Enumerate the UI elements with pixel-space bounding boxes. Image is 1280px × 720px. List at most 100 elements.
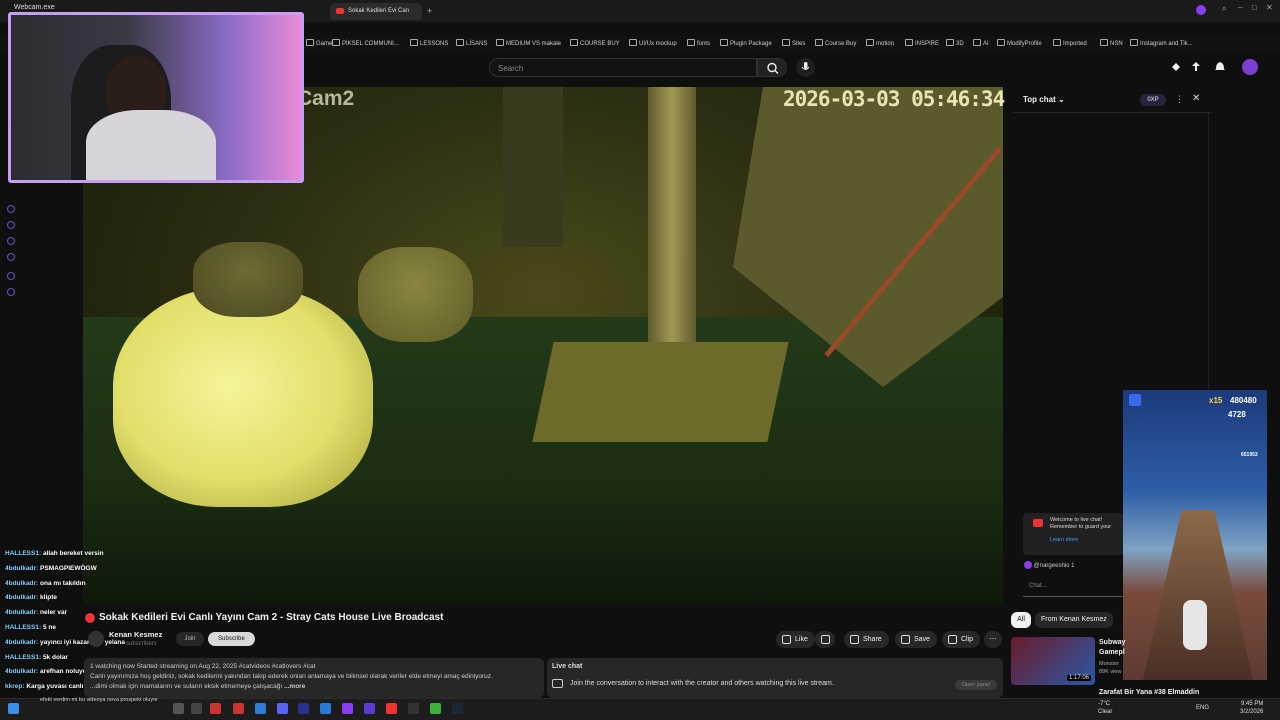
top-chat-dropdown[interactable]: Top chat ⌄ [1023, 95, 1065, 104]
learn-more-link[interactable]: Learn more [1050, 537, 1117, 544]
bookmark-item[interactable]: 3D [946, 39, 964, 47]
search-button[interactable] [757, 58, 787, 77]
maximize-icon[interactable]: □ [1252, 3, 1257, 12]
taskbar-app-icon[interactable] [173, 703, 184, 714]
video-scene-wall [503, 87, 563, 247]
taskbar-clock[interactable]: 9:45 PM 3/2/2026 [1240, 700, 1263, 716]
more-options-icon[interactable]: ⋮ [1175, 94, 1184, 105]
taskbar-app-icon[interactable] [386, 703, 397, 714]
language-indicator[interactable]: ENG [1196, 705, 1209, 711]
bookmark-item[interactable]: AI [973, 39, 989, 47]
channel-avatar[interactable] [88, 631, 104, 647]
taskbar-app-icon[interactable] [430, 703, 441, 714]
bookmark-item[interactable]: NSN [1100, 39, 1123, 47]
taskbar-app-icon[interactable] [233, 703, 244, 714]
stream-chat-line: 4bdulkadr: kliptе [5, 594, 58, 601]
video-timestamp: 2026-03-03 05:46:34 [783, 87, 1005, 111]
bookmark-item[interactable]: fonts [687, 39, 710, 47]
more-actions-button[interactable]: ⋯ [984, 631, 1002, 648]
search-input[interactable]: Search [489, 58, 757, 77]
create-icon[interactable] [1170, 61, 1182, 73]
library-icon[interactable] [7, 253, 15, 261]
channel-name[interactable]: Kenan Kesmez [109, 630, 162, 639]
taskbar-app-icon[interactable] [408, 703, 419, 714]
bookmark-item[interactable]: UI/Ux mockup [629, 39, 677, 47]
close-chat-icon[interactable]: ✕ [1192, 93, 1200, 104]
related-video-title[interactable]: Subway Gamepl [1099, 638, 1125, 658]
weather-widget[interactable]: -7°C Clear [1098, 700, 1112, 716]
game-score: 480480 [1230, 396, 1257, 405]
chat-input[interactable]: Chat... [1023, 583, 1123, 597]
bookmark-item[interactable]: PİKSEL COMMUNI... [332, 39, 399, 47]
subscriptions-icon[interactable] [7, 237, 15, 245]
left-sidebar [0, 190, 22, 310]
clip-label: Clip [961, 636, 974, 643]
steam-icon[interactable] [452, 703, 463, 714]
bookmark-item[interactable]: COURSE BUY [570, 39, 620, 47]
taskbar-app-icon[interactable] [342, 703, 353, 714]
filter-all-chip[interactable]: All [1011, 612, 1031, 628]
notifications-bell-icon[interactable] [1214, 61, 1226, 73]
xp-badge[interactable]: 0XP [1140, 94, 1166, 106]
minimize-icon[interactable]: – [1238, 3, 1242, 12]
home-icon[interactable] [7, 205, 15, 213]
youtube-icon [336, 8, 344, 14]
thumbs-up-icon [782, 635, 791, 644]
related-title-line2: Gamepl [1099, 649, 1125, 656]
related-views: 89K view [1099, 669, 1122, 675]
save-button[interactable]: Save [895, 631, 937, 648]
dislike-button[interactable] [815, 631, 835, 648]
related-video-title-next[interactable]: Zarafat Bir Yana #38 Elmaddin [1099, 689, 1199, 696]
game-multiplier: x15 [1209, 396, 1223, 405]
close-window-icon[interactable]: ✕ [1266, 3, 1273, 12]
stream-chat-line: 4bdulkadr: arefhan noluyor [5, 668, 90, 675]
profile-icon[interactable] [1196, 5, 1206, 15]
bookmark-item[interactable]: Sites [782, 39, 805, 47]
pause-icon[interactable] [1129, 394, 1141, 406]
shorts-icon[interactable] [7, 221, 15, 229]
taskbar-app-icon[interactable] [298, 703, 309, 714]
bookmark-item[interactable]: Game [306, 39, 332, 47]
bookmark-item[interactable]: Course Buy [815, 39, 856, 47]
more-link[interactable]: ...more [284, 683, 305, 690]
bookmark-item[interactable]: motion [866, 39, 894, 47]
bookmark-item[interactable]: LİSANS [456, 39, 487, 47]
live-chat-panel: Live chat Join the conversation to inter… [547, 658, 1003, 698]
taskbar-app-icon[interactable] [210, 703, 221, 714]
history-icon[interactable] [7, 272, 15, 280]
filter-channel-chip[interactable]: From Kenan Kesmez [1035, 612, 1113, 628]
join-button[interactable]: Join [176, 632, 204, 646]
bookmark-item[interactable]: LESSONS [410, 39, 448, 47]
taskbar-app-icon[interactable] [320, 703, 331, 714]
bookmark-item[interactable]: ModifyProfile [997, 39, 1042, 47]
share-button[interactable]: Share [844, 631, 889, 648]
avatar[interactable] [1242, 59, 1258, 75]
like-button[interactable]: Like [776, 631, 815, 648]
video-description[interactable]: 1 watching now Started streaming on Aug … [84, 658, 544, 698]
taskbar-app-icon[interactable] [255, 703, 266, 714]
new-tab-icon[interactable]: + [427, 6, 432, 16]
user-avatar [1024, 561, 1032, 569]
bookmark-item[interactable]: Plugin Package [720, 39, 772, 47]
settings-icon[interactable] [7, 288, 15, 296]
taskbar-app-icon[interactable] [364, 703, 375, 714]
subscribe-button[interactable]: Subscribe [208, 632, 255, 646]
bookmark-item[interactable]: MEDIUM VS makale [496, 39, 561, 47]
stream-chat-line: HALLESS1: allah bereket versin [5, 550, 104, 557]
save-icon [901, 635, 910, 644]
upload-icon[interactable] [1190, 61, 1202, 73]
clip-button[interactable]: Clip [942, 631, 981, 648]
stream-chat-line: 4bdulkadr: ona mı takıldın [5, 580, 86, 587]
bookmark-item[interactable]: Imported [1053, 39, 1087, 47]
windows-start-icon[interactable] [8, 703, 19, 714]
bookmark-item[interactable]: Instagram and Tik... [1130, 39, 1193, 47]
discord-icon[interactable] [277, 703, 288, 714]
search-tabs-icon[interactable]: ⌕ [1222, 4, 1226, 14]
clock-time: 9:45 PM [1241, 701, 1264, 707]
voice-search-button[interactable] [796, 58, 815, 77]
camera-label: Cam2 [297, 87, 355, 110]
bookmark-item[interactable]: INSPIRE [905, 39, 939, 47]
tab-youtube-active[interactable]: Sokak Kedileri Evi Can [330, 3, 422, 20]
open-panel-button[interactable]: Open panel [955, 680, 997, 690]
taskbar-app-icon[interactable] [191, 703, 202, 714]
